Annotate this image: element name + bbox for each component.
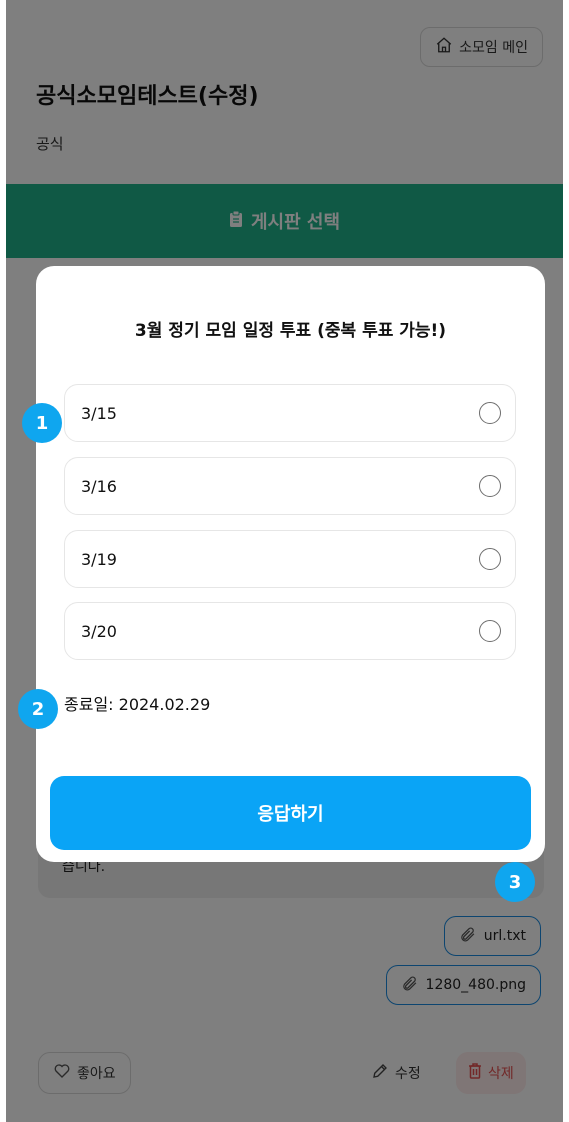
poll-option[interactable]: 3/16 bbox=[64, 457, 516, 515]
poll-option-label: 3/20 bbox=[81, 621, 117, 641]
annotation-badge: 2 bbox=[18, 689, 58, 729]
radio-icon[interactable] bbox=[479, 402, 501, 424]
annotation-badge: 1 bbox=[22, 403, 62, 443]
poll-option-label: 3/15 bbox=[81, 403, 117, 423]
poll-modal: 3월 정기 모임 일정 투표 (중복 투표 가능!) 3/15 3/16 3/1… bbox=[36, 266, 545, 862]
poll-option[interactable]: 3/15 bbox=[64, 384, 516, 442]
submit-response-button[interactable]: 응답하기 bbox=[50, 776, 531, 850]
radio-icon[interactable] bbox=[479, 475, 501, 497]
poll-option[interactable]: 3/19 bbox=[64, 530, 516, 588]
poll-option-label: 3/19 bbox=[81, 549, 117, 569]
poll-title: 3월 정기 모임 일정 투표 (중복 투표 가능!) bbox=[134, 321, 447, 341]
poll-option-label: 3/16 bbox=[81, 476, 117, 496]
poll-option[interactable]: 3/20 bbox=[64, 602, 516, 660]
radio-icon[interactable] bbox=[479, 548, 501, 570]
annotation-badge: 3 bbox=[495, 862, 535, 902]
radio-icon[interactable] bbox=[479, 620, 501, 642]
page: 소모임 메인 공식소모임테스트(수정) 공식 게시판 선택 습니다. url.t… bbox=[6, 0, 563, 1122]
poll-end-date: 종료일: 2024.02.29 bbox=[64, 695, 211, 714]
